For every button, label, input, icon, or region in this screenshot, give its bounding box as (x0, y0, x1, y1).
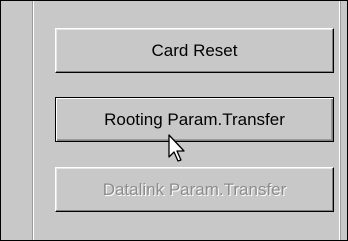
rooting-param-transfer-button[interactable]: Rooting Param.Transfer (55, 97, 334, 142)
card-reset-label: Card Reset (151, 40, 238, 60)
right-panel-edge (339, 1, 341, 240)
datalink-param-transfer-label: Datalink Param.Transfer (102, 179, 287, 199)
dialog-panel: Card Reset Rooting Param.Transfer Datali… (0, 0, 348, 241)
left-panel (1, 1, 32, 240)
datalink-param-transfer-button: Datalink Param.Transfer (55, 167, 334, 212)
card-reset-button[interactable]: Card Reset (55, 28, 334, 73)
panel-divider (32, 1, 35, 240)
rooting-param-transfer-label: Rooting Param.Transfer (104, 109, 285, 129)
mouse-pointer-icon (168, 134, 185, 162)
